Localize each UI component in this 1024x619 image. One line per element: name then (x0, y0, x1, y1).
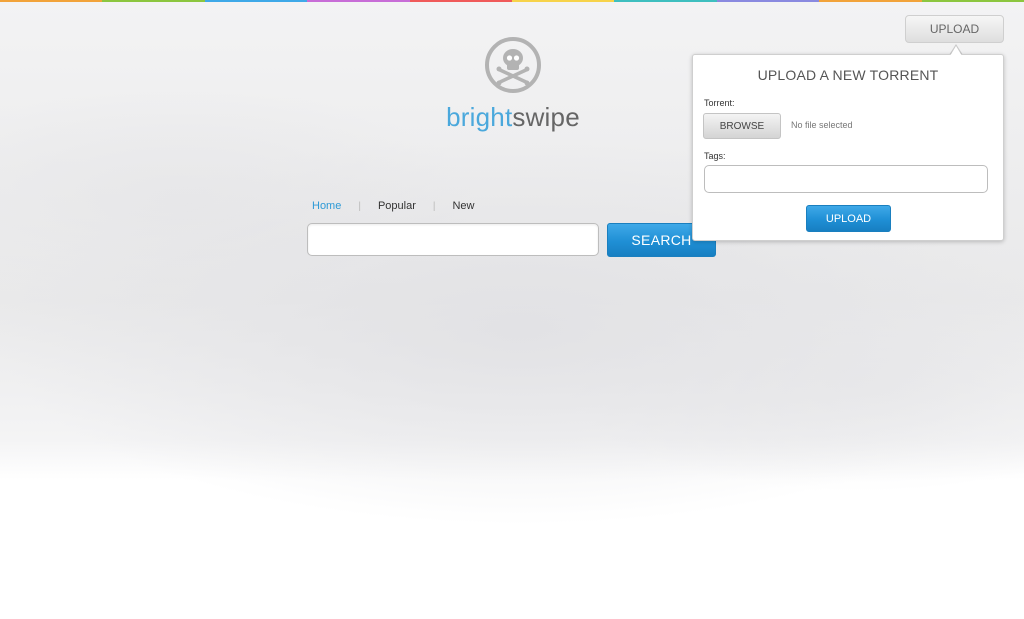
nav-separator: | (432, 200, 436, 212)
rainbow-segment (409, 0, 513, 2)
main-nav: Home | Popular | New (312, 200, 475, 212)
upload-panel: UPLOAD A NEW TORRENT Torrent: BROWSE No … (692, 54, 1004, 241)
brand-name-part1: bright (446, 102, 513, 132)
rainbow-segment (102, 0, 205, 2)
skull-crossbones-icon (485, 37, 541, 93)
nav-item-home[interactable]: Home (312, 200, 341, 212)
upload-panel-title: UPLOAD A NEW TORRENT (757, 67, 939, 83)
rainbow-segment (819, 0, 922, 2)
brand-name-part2: swipe (512, 102, 580, 132)
upload-button[interactable]: UPLOAD (905, 15, 1004, 43)
brand-name: brightswipe (446, 102, 580, 133)
nav-item-popular[interactable]: Popular (378, 200, 416, 212)
tags-input[interactable] (704, 165, 988, 193)
rainbow-segment (716, 0, 820, 2)
rainbow-segment (0, 0, 103, 2)
upload-panel-pointer-fill (950, 46, 962, 56)
file-status: No file selected (791, 120, 853, 130)
browse-button[interactable]: BROWSE (703, 113, 781, 139)
nav-item-new[interactable]: New (452, 200, 474, 212)
search-input[interactable] (307, 223, 599, 256)
upload-submit-button[interactable]: UPLOAD (806, 205, 891, 232)
brand-logo[interactable]: brightswipe (446, 36, 580, 136)
nav-separator: | (358, 200, 361, 212)
rainbow-segment (921, 0, 1024, 2)
torrent-label: Torrent: (704, 98, 735, 108)
rainbow-top-bar (0, 0, 1024, 2)
rainbow-segment (614, 0, 717, 2)
rainbow-segment (512, 0, 615, 2)
tags-label: Tags: (704, 151, 726, 161)
rainbow-segment (307, 0, 410, 2)
rainbow-segment (204, 0, 308, 2)
